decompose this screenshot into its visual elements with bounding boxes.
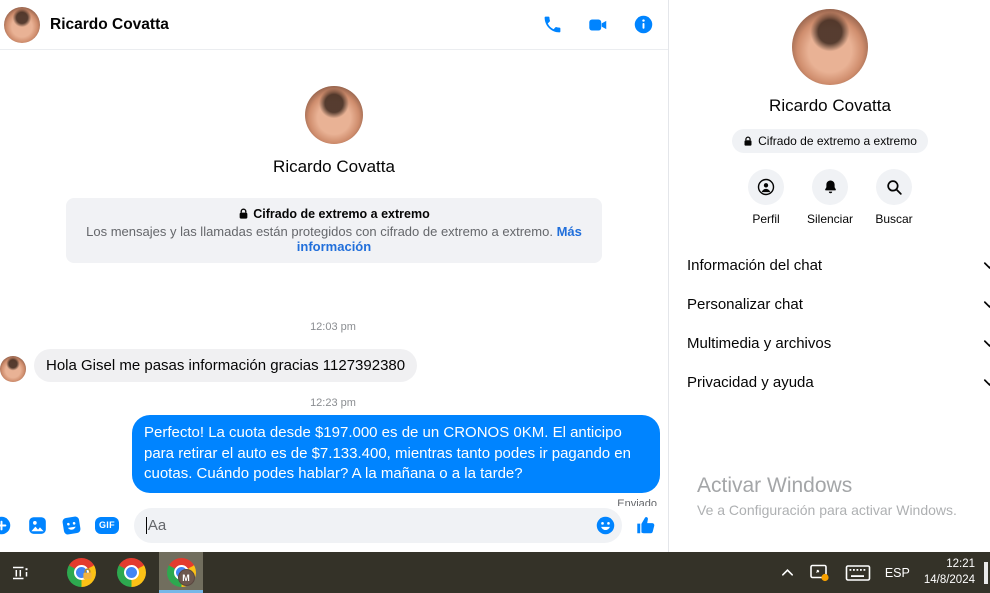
clock-time: 12:21: [924, 557, 975, 573]
menu-item-privacy-help[interactable]: Privacidad y ayuda: [670, 363, 990, 402]
watermark-subtitle: Ve a Configuración para activar Windows.: [697, 502, 957, 518]
emoji-picker-icon[interactable]: [595, 515, 616, 536]
conversation-info-button[interactable]: [633, 14, 654, 35]
voice-call-button[interactable]: [542, 14, 563, 35]
clock-date: 14/8/2024: [924, 573, 975, 589]
system-tray: ESP 12:21 14/8/2024: [773, 552, 990, 593]
message-timestamp: 12:23 pm: [310, 397, 356, 409]
profile-actions: Perfil Silenciar Buscar: [734, 169, 926, 226]
contact-avatar: [4, 7, 40, 43]
tray-expand-button[interactable]: [773, 552, 802, 593]
message-composer: GIF: [0, 506, 668, 552]
message-timestamp: 12:03 pm: [310, 321, 356, 333]
profile-avatar: [792, 9, 868, 85]
messenger-m-badge: M: [178, 569, 195, 586]
search-icon: [876, 169, 912, 205]
open-more-actions-button[interactable]: [0, 515, 12, 536]
chrome-icon: [67, 558, 96, 587]
chrome-icon: M: [167, 558, 196, 587]
profile-action-button[interactable]: Perfil: [734, 169, 798, 226]
menu-item-media-files[interactable]: Multimedia y archivos: [670, 324, 990, 363]
menu-item-customize-chat[interactable]: Personalizar chat: [670, 285, 990, 324]
clock-widget[interactable]: 12:21 14/8/2024: [917, 557, 984, 588]
action-label: Buscar: [875, 212, 912, 226]
lock-icon: [238, 208, 249, 220]
monitor-icon: [809, 563, 831, 583]
action-label: Perfil: [752, 212, 779, 226]
encryption-badge[interactable]: Cifrado de extremo a extremo: [732, 129, 928, 153]
chat-title: Ricardo Covatta: [50, 16, 169, 34]
touch-keyboard-icon[interactable]: [838, 552, 878, 593]
mute-action-button[interactable]: Silenciar: [798, 169, 862, 226]
start-icon: [10, 561, 34, 585]
messenger-app-window: Ricardo Covatta: [0, 0, 990, 593]
attach-photo-icon[interactable]: [27, 515, 48, 536]
info-icon: [633, 14, 654, 35]
search-action-button[interactable]: Buscar: [862, 169, 926, 226]
gif-picker-button[interactable]: GIF: [95, 517, 119, 534]
mute-bell-icon: [812, 169, 848, 205]
encryption-description: Los mensajes y las llamadas están proteg…: [86, 224, 553, 239]
profile-name: Ricardo Covatta: [769, 96, 891, 116]
chevron-down-icon: [982, 258, 990, 273]
chat-pane: Ricardo Covatta: [0, 0, 669, 552]
incoming-message-row: Hola Gisel me pasas información gracias …: [6, 349, 660, 382]
encryption-badge-label: Cifrado de extremo a extremo: [758, 134, 917, 148]
tray-display-notification[interactable]: [802, 552, 838, 593]
taskbar-chrome-profile1[interactable]: [59, 552, 103, 593]
outgoing-message-bubble: Perfecto! La cuota desde $197.000 es de …: [132, 415, 660, 493]
profile-icon: [748, 169, 784, 205]
contact-avatar-large: [305, 86, 363, 144]
incoming-message-bubble: Hola Gisel me pasas información gracias …: [34, 349, 417, 382]
video-call-button[interactable]: [587, 14, 609, 36]
message-input[interactable]: [147, 517, 595, 534]
padlock-badge-icon: [82, 567, 93, 585]
message-status: Enviado: [617, 498, 660, 506]
sender-avatar-small: [0, 356, 26, 382]
language-indicator[interactable]: ESP: [878, 552, 917, 593]
start-button[interactable]: [5, 552, 39, 593]
video-call-icon: [587, 14, 609, 36]
chevron-down-icon: [982, 375, 990, 390]
lock-icon: [743, 136, 753, 147]
message-input-container[interactable]: [134, 508, 622, 543]
menu-item-label: Personalizar chat: [687, 296, 803, 313]
taskbar-messenger-app-active[interactable]: M: [159, 552, 203, 593]
conversation-info-pane: Ricardo Covatta Cifrado de extremo a ext…: [670, 0, 990, 552]
encryption-notice: Cifrado de extremo a extremo Los mensaje…: [66, 198, 602, 263]
phone-icon: [542, 14, 563, 35]
menu-item-chat-info[interactable]: Información del chat: [670, 246, 990, 285]
windows-taskbar: M ESP 12:21 14/8/2024: [0, 552, 990, 593]
menu-item-label: Multimedia y archivos: [687, 335, 831, 352]
watermark-title: Activar Windows: [697, 474, 957, 498]
show-desktop-button[interactable]: [984, 562, 988, 584]
message-list: 12:03 pm Hola Gisel me pasas información…: [0, 263, 668, 506]
encryption-title: Cifrado de extremo a extremo: [253, 207, 429, 221]
info-menu: Información del chat Personalizar chat M…: [670, 246, 990, 402]
taskbar-chrome-profile2[interactable]: [109, 552, 153, 593]
menu-item-label: Información del chat: [687, 257, 822, 274]
action-label: Silenciar: [807, 212, 853, 226]
chat-header-actions: [542, 14, 654, 36]
windows-activation-watermark: Activar Windows Ve a Configuración para …: [697, 474, 957, 518]
menu-item-label: Privacidad y ayuda: [687, 374, 814, 391]
chevron-down-icon: [982, 297, 990, 312]
chevron-down-icon: [982, 336, 990, 351]
chat-header: Ricardo Covatta: [0, 0, 668, 50]
conversation-scroll-area[interactable]: Ricardo Covatta Cifrado de extremo a ext…: [0, 50, 668, 506]
chrome-icon: [117, 558, 146, 587]
send-like-button[interactable]: [635, 514, 657, 536]
contact-name: Ricardo Covatta: [273, 157, 395, 177]
chevron-up-icon: [780, 565, 795, 580]
sticker-icon[interactable]: [61, 515, 82, 536]
